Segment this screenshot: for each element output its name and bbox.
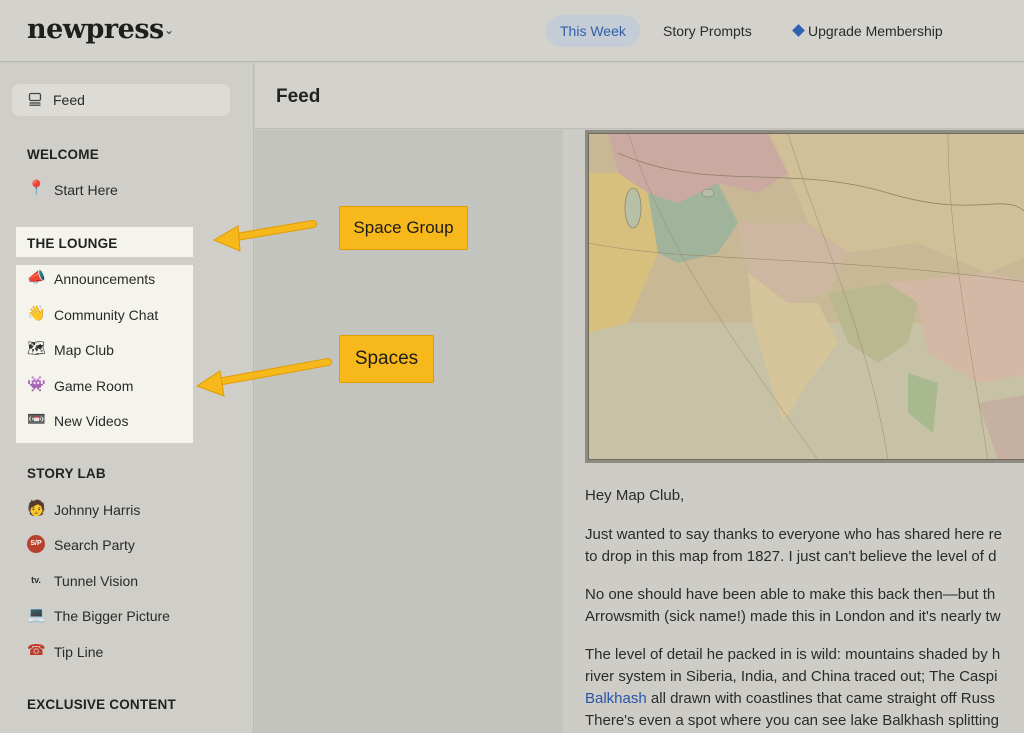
- balkhash-link[interactable]: Balkhash: [585, 690, 647, 707]
- sidebar-item-label: Search Party: [54, 537, 135, 553]
- pin-icon: 📍: [27, 180, 46, 197]
- sidebar-item-tunnel-vision[interactable]: tv. Tunnel Vision: [27, 570, 227, 592]
- space-group-the-lounge[interactable]: THE LOUNGE: [27, 236, 118, 251]
- tab-label: This Week: [560, 23, 626, 39]
- sidebar-item-label: Tip Line: [54, 644, 104, 660]
- sidebar-item-label: Johnny Harris: [54, 502, 141, 518]
- diamond-icon: [792, 24, 805, 37]
- sidebar-item-label: Community Chat: [54, 307, 159, 323]
- telephone-icon: ☎: [27, 642, 46, 659]
- tunnel-vision-logo-icon: tv.: [31, 575, 41, 585]
- top-bar: newpress ⌄ This Week Story Prompts Upgra…: [0, 0, 1024, 62]
- sidebar-item-label: Game Room: [54, 378, 134, 394]
- world-map-icon: 🗺: [27, 340, 47, 357]
- main-header: Feed: [255, 63, 1024, 129]
- post-paragraph-line: Arrowsmith (sick name!) made this in Lon…: [585, 608, 1001, 625]
- sidebar-item-new-videos[interactable]: 📼 New Videos: [27, 410, 227, 432]
- sidebar-item-announcements[interactable]: 📣 Announcements: [27, 268, 227, 290]
- post-paragraph-line: Just wanted to say thanks to everyone wh…: [585, 526, 1002, 543]
- post-paragraph-line: There's even a spot where you can see la…: [585, 712, 999, 729]
- tab-this-week[interactable]: This Week: [546, 15, 640, 47]
- sidebar-item-label: The Bigger Picture: [54, 608, 170, 624]
- sidebar-item-community-chat[interactable]: 👋 Community Chat: [27, 304, 227, 326]
- space-group-exclusive-content[interactable]: EXCLUSIVE CONTENT: [27, 697, 176, 712]
- feed-post: Hey Map Club, Just wanted to say thanks …: [563, 130, 1024, 733]
- sidebar-item-label: Announcements: [54, 271, 156, 287]
- tab-label: Story Prompts: [663, 23, 752, 39]
- newpress-logo[interactable]: newpress: [27, 14, 164, 45]
- post-paragraph-line: No one should have been able to make thi…: [585, 586, 996, 603]
- sidebar-item-map-club[interactable]: 🗺 Map Club: [27, 339, 227, 361]
- sidebar-item-johnny-harris[interactable]: 🧑 Johnny Harris: [27, 499, 227, 521]
- space-group-welcome[interactable]: WELCOME: [27, 147, 99, 162]
- waving-hand-icon: 👋: [27, 305, 46, 322]
- sidebar-item-label: Feed: [53, 92, 85, 108]
- sidebar-item-tip-line[interactable]: ☎ Tip Line: [27, 641, 227, 663]
- page-title: Feed: [276, 86, 321, 107]
- post-paragraph-line: to drop in this map from 1827. I just ca…: [585, 548, 997, 565]
- chevron-down-icon[interactable]: ⌄: [164, 23, 174, 37]
- sidebar-item-label: New Videos: [54, 413, 129, 429]
- megaphone-icon: 📣: [27, 269, 46, 286]
- spaces-callout: Spaces: [339, 335, 434, 383]
- person-avatar-icon: 🧑: [27, 500, 46, 517]
- post-greeting: Hey Map Club,: [585, 487, 685, 504]
- feed-icon: [28, 92, 42, 106]
- sidebar-item-feed[interactable]: Feed: [12, 84, 230, 116]
- post-paragraph-line: river system in Siberia, India, and Chin…: [585, 668, 998, 685]
- space-group-callout: Space Group: [339, 206, 468, 250]
- tab-label: Upgrade Membership: [808, 23, 943, 39]
- laptop-icon: 💻: [27, 606, 46, 623]
- post-paragraph-line: The level of detail he packed in is wild…: [585, 646, 1001, 663]
- tab-story-prompts[interactable]: Story Prompts: [649, 15, 766, 47]
- sidebar-item-label: Map Club: [54, 342, 114, 358]
- post-text-span: all drawn with coastlines that came stra…: [650, 690, 995, 707]
- search-party-logo-icon: S/P: [27, 535, 45, 553]
- sidebar-item-label: Start Here: [54, 182, 118, 198]
- sidebar-item-the-bigger-picture[interactable]: 💻 The Bigger Picture: [27, 605, 227, 627]
- sidebar-item-game-room[interactable]: 👾 Game Room: [27, 375, 227, 397]
- space-invader-icon: 👾: [27, 376, 46, 393]
- post-paragraph-line: Balkhash all drawn with coastlines that …: [585, 688, 1024, 710]
- post-image-map[interactable]: [585, 130, 1024, 463]
- space-group-story-lab[interactable]: STORY LAB: [27, 466, 106, 481]
- videotape-icon: 📼: [27, 411, 46, 428]
- sidebar-item-start-here[interactable]: 📍 Start Here: [27, 179, 227, 201]
- sidebar-item-search-party[interactable]: S/P Search Party: [27, 534, 227, 556]
- antique-asia-map-image: [588, 133, 1024, 460]
- tab-upgrade-membership[interactable]: Upgrade Membership: [780, 15, 957, 47]
- sidebar-item-label: Tunnel Vision: [54, 573, 139, 589]
- sidebar: Feed WELCOME 📍 Start Here THE LOUNGE 📣 A…: [0, 63, 254, 733]
